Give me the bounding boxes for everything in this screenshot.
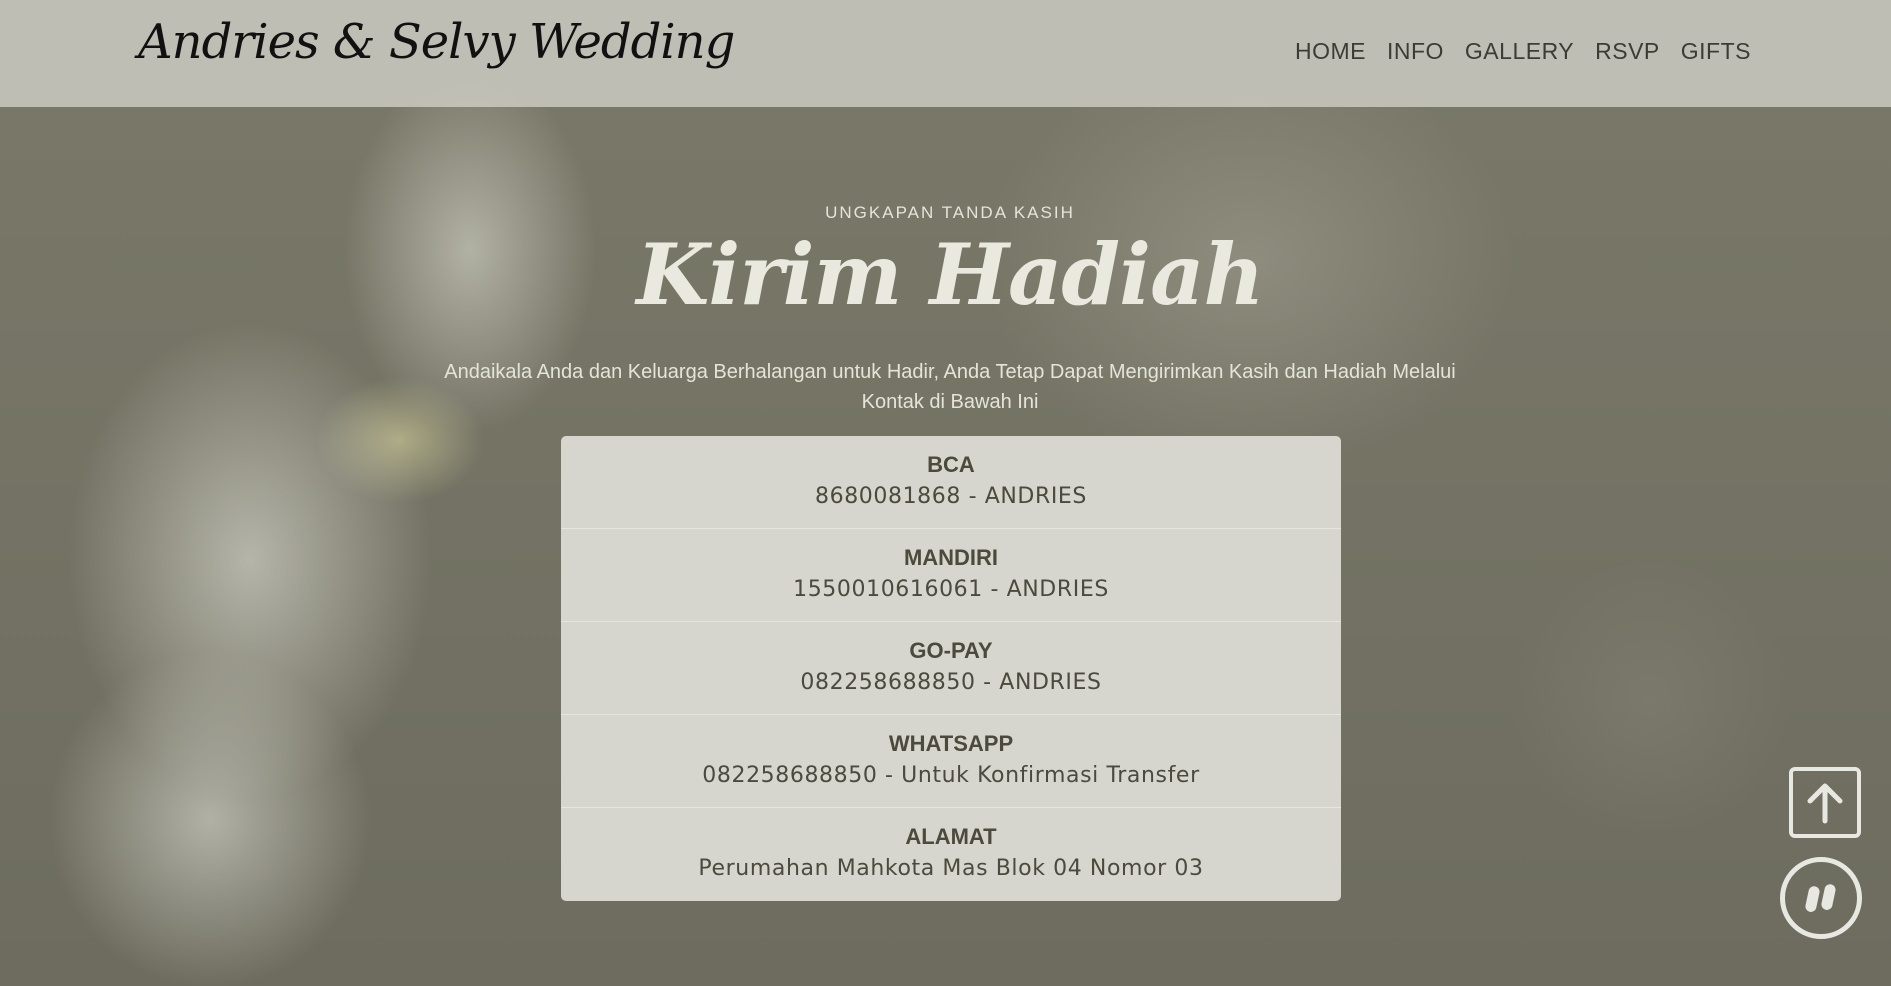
account-detail: 8680081868 - ANDRIES [815,484,1087,509]
arrow-up-icon [1807,783,1843,823]
account-detail: 082258688850 - ANDRIES [800,670,1102,695]
account-name: BCA [927,452,975,477]
account-row-gopay: GO-PAY 082258688850 - ANDRIES [561,622,1341,715]
account-name: ALAMAT [905,824,997,849]
nav-gallery[interactable]: GALLERY [1465,38,1574,65]
nav-home[interactable]: HOME [1295,38,1366,65]
account-detail: 082258688850 - Untuk Konfirmasi Transfer [702,763,1200,788]
navbar: Andries & Selvy Wedding HOME INFO GALLER… [0,0,1891,107]
section-title: Kirim Hadiah [636,225,1264,324]
main-nav: HOME INFO GALLERY RSVP GIFTS [1295,38,1751,65]
accounts-card: BCA 8680081868 - ANDRIES MANDIRI 1550010… [561,436,1341,901]
brand-logo[interactable]: Andries & Selvy Wedding [138,14,735,70]
nav-gifts[interactable]: GIFTS [1681,38,1751,65]
account-row-bca: BCA 8680081868 - ANDRIES [561,436,1341,529]
nav-info[interactable]: INFO [1387,38,1444,65]
pause-icon [1805,884,1836,912]
section-eyebrow: UNGKAPAN TANDA KASIH [825,203,1075,222]
gifts-section: UNGKAPAN TANDA KASIH Kirim Hadiah Andaik… [0,107,1891,986]
section-description: Andaikala Anda dan Keluarga Berhalangan … [444,361,1456,413]
account-detail: 1550010616061 - ANDRIES [793,577,1109,602]
account-name: GO-PAY [909,638,993,663]
account-detail: Perumahan Mahkota Mas Blok 04 Nomor 03 [698,856,1204,881]
music-toggle-button[interactable] [1780,857,1862,939]
nav-rsvp[interactable]: RSVP [1595,38,1660,65]
account-row-whatsapp: WHATSAPP 082258688850 - Untuk Konfirmasi… [561,715,1341,808]
back-to-top-button[interactable] [1789,767,1861,838]
account-row-mandiri: MANDIRI 1550010616061 - ANDRIES [561,529,1341,622]
account-name: MANDIRI [903,545,999,570]
account-row-alamat: ALAMAT Perumahan Mahkota Mas Blok 04 Nom… [561,808,1341,901]
account-name: WHATSAPP [888,731,1014,756]
